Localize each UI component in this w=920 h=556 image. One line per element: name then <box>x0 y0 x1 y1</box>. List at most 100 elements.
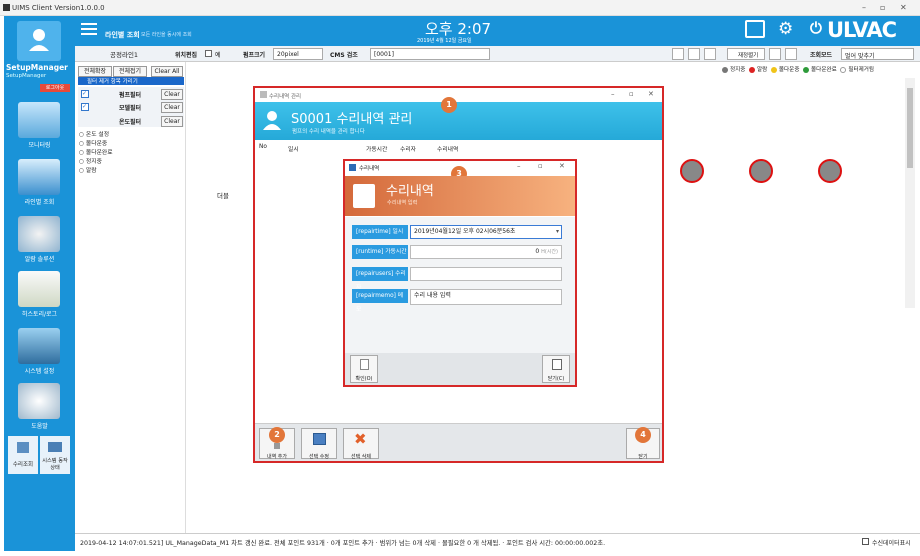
radio-option[interactable]: ○ 온도 설정 <box>79 131 113 140</box>
cms-select[interactable]: [0001] <box>370 48 490 60</box>
radio-option[interactable]: ○ 몰다운중 <box>79 140 113 149</box>
sidebar-item-alarm-solution[interactable]: 알람 솔루션 <box>4 254 75 263</box>
mode-select[interactable]: 멀어 맞추기 <box>841 48 914 60</box>
repairtime-input[interactable]: 2019년04월12일 오후 02시06분56초 ▾ <box>410 225 562 239</box>
sidebar-item-history[interactable]: 히스토리/로그 <box>4 309 75 318</box>
pump-size-label: 펌프크기 <box>243 52 266 59</box>
radio-option[interactable]: ○ 몰다운완료 <box>79 149 113 158</box>
pump-size-select[interactable]: 20pixel <box>273 48 323 60</box>
legend-cooldown: 몰다운중 <box>770 66 799 73</box>
entry-subtitle: 수리내역 입력 <box>387 200 418 206</box>
repairusers-input[interactable] <box>410 267 562 281</box>
add-history-label: 내역 추가 <box>267 454 287 460</box>
power-icon[interactable]: ⏻ <box>810 19 822 37</box>
logout-button[interactable]: 로그아웃 <box>40 84 70 92</box>
sidebar-item-line-view[interactable]: 라인별 조회 <box>4 197 75 206</box>
edit-selected-button[interactable]: 선택 수정 <box>301 428 337 460</box>
save-icon[interactable] <box>672 48 684 60</box>
legend-cooldown-done: 몰다운완료 <box>803 66 837 73</box>
monitor-icon[interactable] <box>18 102 60 138</box>
rearrange-button[interactable]: 재정렬기 <box>727 48 765 60</box>
repairtime-label: [repairtime] 일시 <box>352 225 408 239</box>
system-settings-icon[interactable] <box>18 328 60 364</box>
edit-selected-label: 선택 수정 <box>309 454 329 460</box>
expand-all-button[interactable]: 전체확장 <box>78 66 112 77</box>
pump-alarm-3[interactable] <box>818 159 842 183</box>
filter-checkbox[interactable]: ✓ <box>81 103 89 111</box>
repairtime-value: 2019년04월12일 오후 02시06분56초 <box>414 228 516 235</box>
status-radio-group: ○ 온도 설정 ○ 몰다운중 ○ 몰다운완료 ○ 정지중 ○ 알람 <box>79 131 113 176</box>
step-badge-4: 4 <box>635 427 651 443</box>
export-icon[interactable] <box>704 48 716 60</box>
clear-filter-button[interactable]: Clear <box>161 89 183 100</box>
copy-icon[interactable] <box>688 48 700 60</box>
scrollbar-thumb[interactable] <box>907 88 913 168</box>
screen-icon[interactable] <box>745 20 765 38</box>
add-icon <box>274 443 280 449</box>
collapse-all-button[interactable]: 전체접기 <box>113 66 147 77</box>
help-icon[interactable] <box>18 383 60 419</box>
close-entry-button[interactable]: 닫기(C) <box>542 355 570 383</box>
edit-checkbox[interactable] <box>205 50 212 57</box>
dialog-minimize-icon[interactable]: – <box>611 90 615 98</box>
repairmemo-input[interactable]: 수리 내용 입력 <box>410 289 562 305</box>
col-datetime: 일시 <box>288 147 299 153</box>
settings-gear-icon[interactable]: ⚙ <box>778 19 793 39</box>
col-repairer: 수리자 <box>400 147 416 153</box>
user-icon <box>261 109 283 131</box>
radio-option[interactable]: ○ 정지중 <box>79 158 113 167</box>
app-icon <box>3 4 10 11</box>
pump-alarm-2[interactable] <box>749 159 773 183</box>
repair-entry-dialog: 수리내역 – ▫ ✕ 3 수리내역 수리내역 입력 [repairtime] 일… <box>343 159 577 387</box>
close-icon[interactable]: ✕ <box>900 3 907 12</box>
maximize-icon[interactable]: ▫ <box>880 3 885 12</box>
minimize-icon[interactable]: – <box>862 3 866 12</box>
menu-icon[interactable] <box>81 23 97 25</box>
radio-option[interactable]: ○ 알람 <box>79 167 113 176</box>
edit-value: 예 <box>215 52 221 59</box>
filter-label: 온도필터 <box>119 119 142 126</box>
sidebar-item-monitoring[interactable]: 모니터링 <box>4 140 75 149</box>
sidebar-item-help[interactable]: 도움말 <box>4 421 75 430</box>
dialog-maximize-icon[interactable]: ▫ <box>629 90 634 98</box>
filter-hint-row[interactable]: 필터 제거 항목 가리기 <box>78 77 184 85</box>
clear-filter-button[interactable]: Clear <box>161 116 183 127</box>
history-table-header: No 일시 가동시간 수리자 수리내역 <box>255 144 662 154</box>
clear-filter-button[interactable]: Clear <box>161 102 183 113</box>
gear-globe-icon[interactable] <box>18 216 60 252</box>
filter-checkbox[interactable]: ✓ <box>81 90 89 98</box>
receive-data-checkbox[interactable] <box>862 538 869 545</box>
step-badge-2: 2 <box>269 427 285 443</box>
col-runtime: 가동시간 <box>366 147 388 153</box>
system-status-button[interactable]: 시스템 동작상태 <box>40 436 70 474</box>
calendar-icon[interactable]: ▾ <box>556 226 559 238</box>
col-repair-detail: 수리내역 <box>437 147 459 153</box>
history-chart-icon[interactable] <box>18 271 60 307</box>
network-icon[interactable] <box>18 159 60 195</box>
step-badge-1: 1 <box>441 97 457 113</box>
clear-all-button[interactable]: Clear All <box>151 66 183 77</box>
window-titlebar: UIMS Client Version1.0.0.0 – ▫ ✕ <box>0 0 920 16</box>
delete-selected-button[interactable]: ✖ 선택 삭제 <box>343 428 379 460</box>
status-legend: 정지중 알람 몰다운중 몰다운완료 필터제거됨 <box>722 65 874 73</box>
entry-maximize-icon[interactable]: ▫ <box>538 162 543 170</box>
legend-stopped: 정지중 <box>722 66 745 73</box>
entry-close-icon[interactable]: ✕ <box>559 162 565 170</box>
zoom-out-icon[interactable] <box>785 48 797 60</box>
dialog-close-icon[interactable]: ✕ <box>648 90 654 98</box>
document-icon <box>360 359 369 370</box>
sidebar: SetupManager SetupManager 로그아웃 모니터링 라인별 … <box>4 16 75 551</box>
repairusers-label: [repairusers] 수리자 <box>352 267 408 291</box>
repair-query-label: 수리조회 <box>12 462 34 468</box>
sidebar-item-system-settings[interactable]: 시스템 설정 <box>4 366 75 375</box>
entry-title: 수리내역 <box>386 184 434 199</box>
pump-alarm-1[interactable] <box>680 159 704 183</box>
confirm-button[interactable]: 확인(O) <box>350 355 378 383</box>
entry-minimize-icon[interactable]: – <box>517 162 521 170</box>
line-name: 공정라인1 <box>110 51 139 59</box>
page-title: 라인별 조회 <box>105 31 140 39</box>
repair-query-button[interactable]: 수리조회 <box>8 436 38 474</box>
zoom-in-icon[interactable] <box>769 48 781 60</box>
runtime-input[interactable]: 0 H(시간) <box>410 245 562 259</box>
scrollbar[interactable] <box>905 78 915 308</box>
